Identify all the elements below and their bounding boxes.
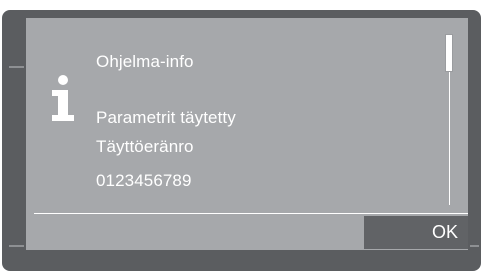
frame-marker — [470, 245, 479, 247]
divider — [34, 213, 468, 214]
info-line-status: Parametrit täytetty — [96, 108, 236, 127]
info-icon — [52, 75, 74, 121]
frame-marker — [9, 66, 24, 68]
ok-button[interactable]: OK — [364, 216, 468, 249]
scrollbar-thumb[interactable] — [445, 34, 453, 72]
info-line-batch-number: 0123456789 — [96, 171, 192, 190]
frame-marker — [9, 245, 24, 247]
dialog-title: Ohjelma-info — [96, 52, 194, 71]
info-line-batch-label: Täyttöeränro — [96, 137, 194, 156]
